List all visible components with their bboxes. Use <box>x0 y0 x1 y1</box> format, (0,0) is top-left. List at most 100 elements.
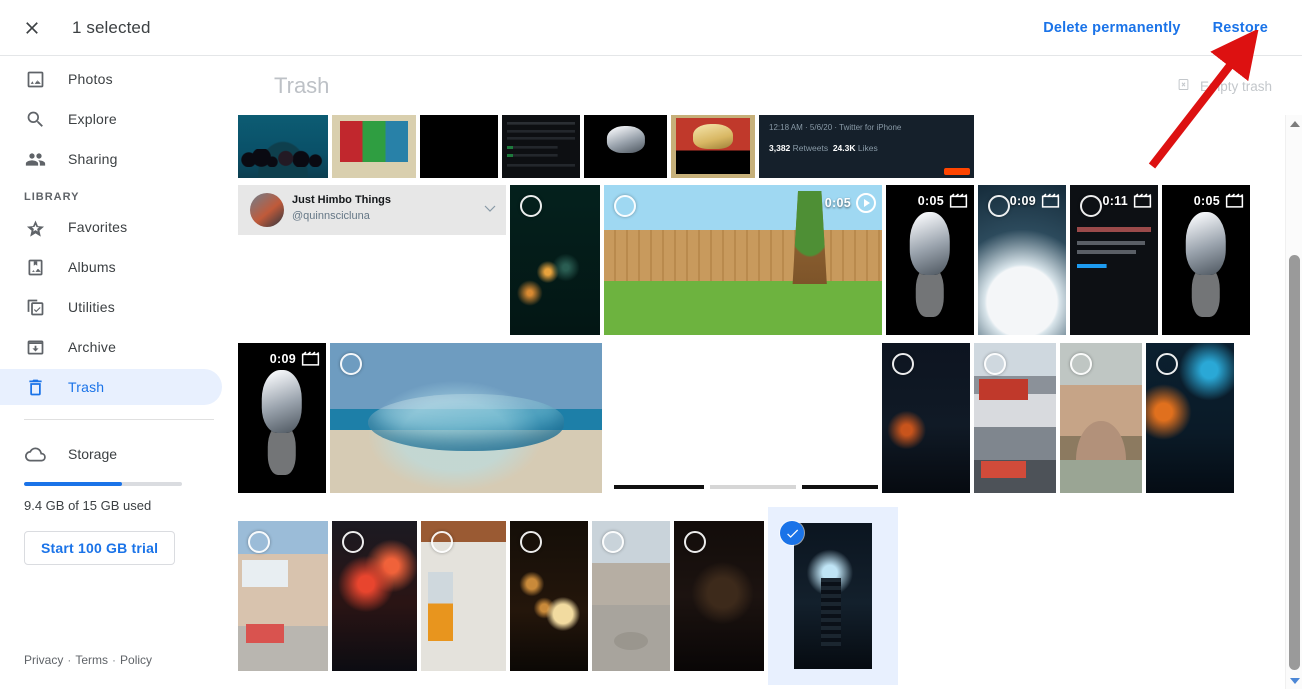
select-circle[interactable] <box>984 353 1006 375</box>
tile-venice-canal[interactable] <box>1060 343 1142 493</box>
tile-daft-punk-helmet[interactable] <box>584 115 667 178</box>
page-title: Trash <box>274 73 330 98</box>
tweet-meta: 12:18 AM · 5/6/20 · Twitter for iPhone <box>769 123 902 132</box>
selection-toolbar: 1 selected Delete permanently Restore <box>0 0 1302 56</box>
storage-progress-fill <box>24 482 122 486</box>
sidebar: Photos Explore Sharing LIBRARY Favorites… <box>0 57 238 689</box>
sidebar-item-albums[interactable]: Albums <box>0 249 222 285</box>
sidebar-item-sharing[interactable]: Sharing <box>0 141 222 177</box>
vertical-scrollbar[interactable] <box>1285 115 1302 689</box>
tile-sea-night[interactable] <box>238 115 328 178</box>
tile-vending-machine[interactable] <box>421 521 506 671</box>
empty-trash-button[interactable]: Empty trash <box>1176 77 1272 95</box>
tile-japan-street-day[interactable] <box>238 521 328 671</box>
tile-dark-ui-list[interactable] <box>502 115 580 178</box>
select-circle[interactable] <box>520 195 542 217</box>
delete-permanently-button[interactable]: Delete permanently <box>1031 11 1192 45</box>
sidebar-item-archive[interactable]: Archive <box>0 329 222 365</box>
utilities-icon <box>24 296 46 318</box>
scroll-down-arrow-icon[interactable] <box>1286 672 1302 689</box>
select-circle[interactable] <box>1156 353 1178 375</box>
tile-cyberpunk-alley[interactable] <box>882 343 970 493</box>
video-badge: 0:05 <box>1194 193 1244 208</box>
policy-link[interactable]: Policy <box>120 653 152 667</box>
restore-button[interactable]: Restore <box>1201 11 1280 45</box>
select-circle[interactable] <box>520 531 542 553</box>
select-circle[interactable] <box>684 531 706 553</box>
tweet-display-name: Just Himbo Things <box>292 194 391 206</box>
storage-usage-text: 9.4 GB of 15 GB used <box>24 498 152 513</box>
tile-phineas-cartoon[interactable]: 0:05 <box>604 185 882 335</box>
storage-label: Storage <box>68 446 118 462</box>
tile-ship-in-bottle[interactable] <box>330 343 602 493</box>
tile-tweet-himbo[interactable]: Just Himbo Things @quinnscicluna <box>238 185 506 235</box>
like-count: 24.3K <box>832 143 856 153</box>
sidebar-item-explore[interactable]: Explore <box>0 101 222 137</box>
select-circle[interactable] <box>1070 353 1092 375</box>
select-circle[interactable] <box>892 353 914 375</box>
select-circle[interactable] <box>340 353 362 375</box>
selection-count-label: 1 selected <box>72 17 151 37</box>
tile-moon-night[interactable]: 0:09 <box>978 185 1066 335</box>
start-trial-button[interactable]: Start 100 GB trial <box>24 531 176 565</box>
video-badge: 0:09 <box>270 351 320 366</box>
video-badge: 0:11 <box>1102 193 1152 208</box>
retweet-count: 3,382 <box>769 143 791 153</box>
trash-icon <box>24 376 46 398</box>
close-icon <box>26 21 38 34</box>
tile-black-1[interactable] <box>420 115 498 178</box>
close-selection-button[interactable] <box>12 8 52 48</box>
toolbar-actions: Delete permanently Restore <box>1031 11 1302 45</box>
select-circle[interactable] <box>248 531 270 553</box>
tile-dark-hall-lights[interactable] <box>510 185 600 335</box>
chevron-down-icon <box>484 205 496 212</box>
filmstrip-placeholder <box>710 485 796 489</box>
terms-link[interactable]: Terms <box>75 653 108 667</box>
storage-progress-bar <box>24 482 182 486</box>
photo-grid: 12:18 AM · 5/6/20 · Twitter for iPhone 3… <box>238 115 1302 689</box>
photo-row-1: 12:18 AM · 5/6/20 · Twitter for iPhone 3… <box>238 115 974 178</box>
sidebar-item-label: Explore <box>68 111 117 127</box>
sidebar-item-label: Utilities <box>68 299 115 315</box>
tile-stairway-selected[interactable] <box>794 523 872 669</box>
privacy-link[interactable]: Privacy <box>24 653 63 667</box>
tile-album-rgb[interactable] <box>332 115 416 178</box>
footer-links: Privacy · Terms · Policy <box>24 653 152 667</box>
tile-japan-dark-alley[interactable] <box>674 521 764 671</box>
select-circle[interactable] <box>431 531 453 553</box>
check-icon <box>786 528 798 538</box>
select-circle[interactable] <box>602 531 624 553</box>
film-icon <box>1133 193 1152 208</box>
video-duration: 0:09 <box>1009 193 1036 208</box>
select-circle[interactable] <box>614 195 636 217</box>
tile-street-red-signs[interactable] <box>974 343 1056 493</box>
album-icon <box>24 256 46 278</box>
sidebar-item-photos[interactable]: Photos <box>0 61 222 97</box>
tile-tweet-stats[interactable]: 12:18 AM · 5/6/20 · Twitter for iPhone 3… <box>759 115 974 178</box>
tile-paper-lanterns[interactable] <box>510 521 588 671</box>
sidebar-item-trash[interactable]: Trash <box>0 369 222 405</box>
scroll-up-arrow-icon[interactable] <box>1286 115 1302 132</box>
sidebar-item-utilities[interactable]: Utilities <box>0 289 222 325</box>
tile-japan-quiet-road[interactable] <box>592 521 670 671</box>
tile-daft-punk-video-3[interactable]: 0:09 <box>238 343 326 493</box>
sidebar-item-storage[interactable]: Storage <box>0 442 238 466</box>
tile-blank-unloaded[interactable] <box>606 343 878 493</box>
film-icon <box>1225 193 1244 208</box>
tile-tweet-dark[interactable]: 0:11 <box>1070 185 1158 335</box>
sidebar-item-favorites[interactable]: Favorites <box>0 209 222 245</box>
tile-daft-punk-video-2[interactable]: 0:05 <box>1162 185 1250 335</box>
tile-japan-street-night[interactable] <box>332 521 417 671</box>
selected-check-badge[interactable] <box>780 521 804 545</box>
photo-icon <box>24 68 46 90</box>
select-circle[interactable] <box>1080 195 1102 217</box>
tile-neon-alley[interactable] <box>1146 343 1234 493</box>
photo-row-2: Just Himbo Things @quinnscicluna 0:05 0:… <box>238 185 1250 335</box>
search-icon <box>24 108 46 130</box>
scrollbar-thumb[interactable] <box>1289 255 1300 670</box>
main-header: Trash Empty trash <box>238 57 1302 115</box>
select-circle[interactable] <box>342 531 364 553</box>
tile-daft-punk-video-1[interactable]: 0:05 <box>886 185 974 335</box>
select-circle[interactable] <box>988 195 1010 217</box>
tile-daft-punk-gold[interactable] <box>671 115 755 178</box>
